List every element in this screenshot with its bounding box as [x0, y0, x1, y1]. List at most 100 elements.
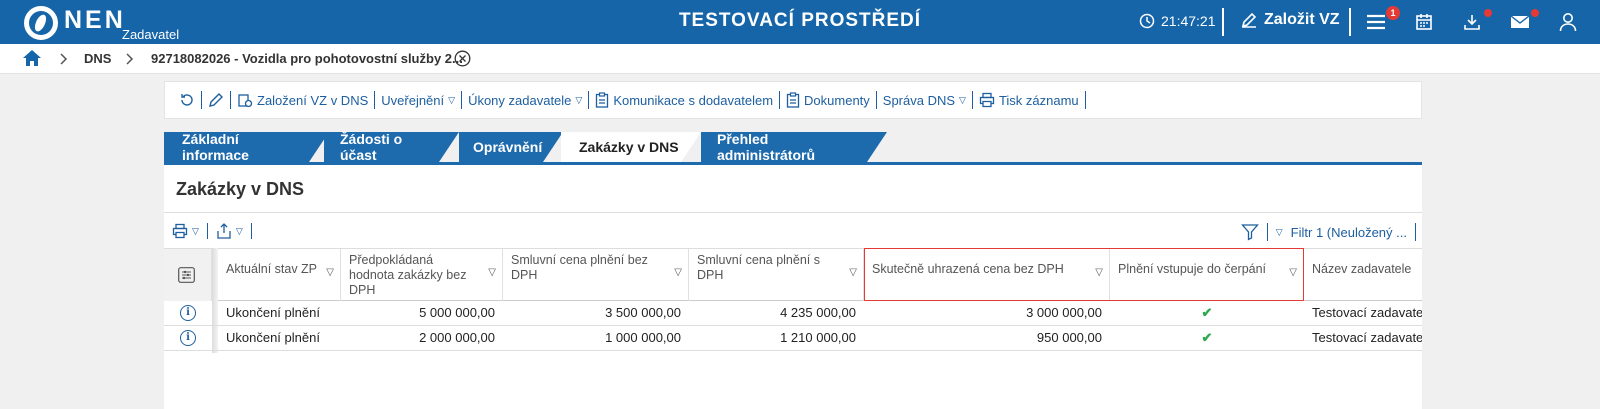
column-header-predpokladana-hodnota[interactable]: Předpokládaná hodnota zakázky bez DPH ▽: [341, 249, 503, 301]
breadcrumb: DNS 92718082026 - Vozidla pro pohotovost…: [0, 44, 1600, 74]
mail-icon[interactable]: [1508, 10, 1532, 34]
chevron-right-icon: [126, 53, 134, 65]
session-clock: 21:47:21: [1139, 13, 1216, 29]
check-icon: ✔: [1201, 330, 1213, 345]
close-icon[interactable]: [454, 50, 471, 67]
cell-smluvni-cena-s-dph: 1 210 000,00: [780, 330, 856, 345]
top-bar: NEN Zadavatel TESTOVACÍ PROSTŘEDÍ 21:47:…: [0, 0, 1600, 44]
divider: [206, 223, 208, 239]
table-row[interactable]: i Ukončení plnění 5 000 000,00 3 500 000…: [164, 301, 1422, 326]
caret-down-icon: ▽: [192, 225, 199, 236]
gear-document-icon: [238, 94, 253, 108]
breadcrumb-item-current: 92718082026 - Vozidla pro pohotovostní s…: [151, 51, 463, 66]
column-header-skutecne-uhrazena-cena[interactable]: Skutečně uhrazená cena bez DPH ▽: [864, 249, 1110, 301]
column-header-stav[interactable]: Aktuální stav ZP ▽: [218, 249, 341, 301]
edit-button[interactable]: [202, 92, 230, 108]
column-header-label: Plnění vstupuje do čerpání: [1118, 262, 1267, 276]
cell-skutecne-uhrazena-cena: 950 000,00: [1036, 330, 1102, 345]
info-icon[interactable]: i: [180, 305, 196, 321]
divider: [1084, 91, 1086, 109]
divider: [164, 212, 1422, 213]
filter-select[interactable]: Filtr 1 (Neuložený ...: [1291, 225, 1407, 240]
filter-icon[interactable]: [1240, 223, 1259, 241]
clock-icon: [1139, 13, 1155, 29]
sort-icon[interactable]: ▽: [488, 265, 496, 280]
column-header-label: Aktuální stav ZP: [226, 262, 318, 276]
caret-down-icon: ▽: [235, 225, 243, 236]
refresh-button[interactable]: [173, 92, 201, 108]
mail-alert-dot: [1531, 9, 1539, 17]
tab-zakladni-informace[interactable]: Základní informace: [164, 131, 329, 163]
clock-time: 21:47:21: [1161, 13, 1216, 29]
sort-icon[interactable]: ▽: [1095, 265, 1103, 280]
printer-icon: [979, 92, 995, 108]
sort-icon[interactable]: ▽: [326, 265, 334, 280]
tab-opravneni[interactable]: Oprávnění: [459, 132, 563, 162]
komunikace-button[interactable]: Komunikace s dodavatelem: [589, 92, 779, 108]
breadcrumb-item-dns[interactable]: DNS: [84, 51, 111, 66]
sort-icon[interactable]: ▽: [849, 265, 857, 280]
environment-title: TESTOVACÍ PROSTŘEDÍ: [678, 10, 922, 31]
tab-prehled-administratoru[interactable]: Přehled administrátorů: [701, 131, 887, 163]
user-icon[interactable]: [1556, 10, 1580, 34]
sprava-dns-label: Správa DNS: [882, 92, 956, 108]
caret-down-icon: ▽: [959, 94, 966, 105]
action-toolbar: Založení VZ v DNS Uveřejnění ▽ Úkony zad…: [164, 81, 1422, 119]
dokumenty-button[interactable]: Dokumenty: [780, 92, 876, 108]
caret-down-icon: ▽: [1275, 226, 1283, 237]
filter-area: ▽ Filtr 1 (Neuložený ...: [1240, 223, 1416, 241]
export-menu[interactable]: ▽: [216, 223, 243, 239]
column-header-smluvni-cena-s-dph[interactable]: Smluvní cena plnění s DPH ▽: [689, 249, 864, 301]
tab-zakazky-v-dns[interactable]: Zakázky v DNS: [561, 132, 701, 162]
cell-stav: Ukončení plnění: [226, 330, 320, 345]
share-icon: [217, 223, 231, 239]
info-icon[interactable]: i: [180, 330, 196, 346]
edit-icon: [1241, 12, 1257, 28]
column-header-label: Smluvní cena plnění bez DPH: [511, 253, 648, 282]
print-menu[interactable]: ▽: [172, 223, 199, 239]
home-icon[interactable]: [22, 49, 42, 67]
cell-predpokladana-hodnota: 2 000 000,00: [419, 330, 495, 345]
table-row[interactable]: i Ukončení plnění 2 000 000,00 1 000 000…: [164, 326, 1422, 351]
page-title: Zakázky v DNS: [176, 179, 305, 199]
ukony-label: Úkony zadavatele: [468, 92, 572, 108]
column-header-nazev-zadavatele[interactable]: Název zadavatele: [1304, 249, 1422, 301]
caret-down-icon: ▽: [448, 94, 456, 105]
create-vz-button[interactable]: Založit VZ: [1240, 11, 1340, 29]
tisk-button[interactable]: Tisk záznamu: [973, 92, 1085, 108]
calendar-icon[interactable]: [1412, 10, 1436, 34]
brand-role: Zadavatel: [122, 27, 180, 42]
notification-badge: 1: [1386, 6, 1400, 20]
sprava-dns-menu[interactable]: Správa DNS ▽: [877, 93, 972, 108]
column-header-label: Název zadavatele: [1312, 262, 1412, 276]
sort-icon[interactable]: ▽: [674, 265, 682, 280]
download-icon[interactable]: [1460, 10, 1484, 34]
chevron-right-icon: [60, 53, 68, 65]
table-header-row: Aktuální stav ZP ▽ Předpokládaná hodnota …: [164, 248, 1422, 301]
column-header-smluvni-cena-bez-dph[interactable]: Smluvní cena plnění bez DPH ▽: [503, 249, 689, 301]
column-header-plneni-vstupuje[interactable]: Plnění vstupuje do čerpání ▽: [1110, 249, 1304, 301]
divider: [1415, 223, 1416, 241]
tab-zadosti-o-ucast[interactable]: Žádosti o účast: [324, 131, 459, 163]
column-settings-icon[interactable]: [178, 267, 195, 283]
uverejneni-label: Uveřejnění: [381, 92, 445, 108]
pencil-icon: [209, 93, 223, 107]
uverejneni-menu[interactable]: Uveřejnění ▽: [375, 93, 461, 108]
ukony-menu[interactable]: Úkony zadavatele ▽: [462, 93, 588, 108]
download-alert-dot: [1484, 9, 1492, 17]
cell-smluvni-cena-bez-dph: 1 000 000,00: [605, 330, 681, 345]
zalozeni-vz-button[interactable]: Založení VZ v DNS: [231, 92, 374, 108]
divider: [1222, 8, 1224, 36]
sort-icon[interactable]: ▽: [1289, 265, 1297, 280]
column-settings-cell: [164, 249, 212, 301]
column-header-label: Skutečně uhrazená cena bez DPH: [872, 262, 1064, 276]
menu-icon[interactable]: [1364, 10, 1388, 34]
cell-stav: Ukončení plnění: [226, 305, 320, 320]
nen-logo-icon[interactable]: [24, 6, 58, 40]
refresh-icon: [181, 94, 193, 106]
komunikace-label: Komunikace s dodavatelem: [613, 92, 774, 108]
brand-name[interactable]: NEN: [64, 6, 126, 35]
divider: [1266, 223, 1268, 241]
divider: [1349, 8, 1351, 36]
caret-down-icon: ▽: [575, 94, 583, 105]
